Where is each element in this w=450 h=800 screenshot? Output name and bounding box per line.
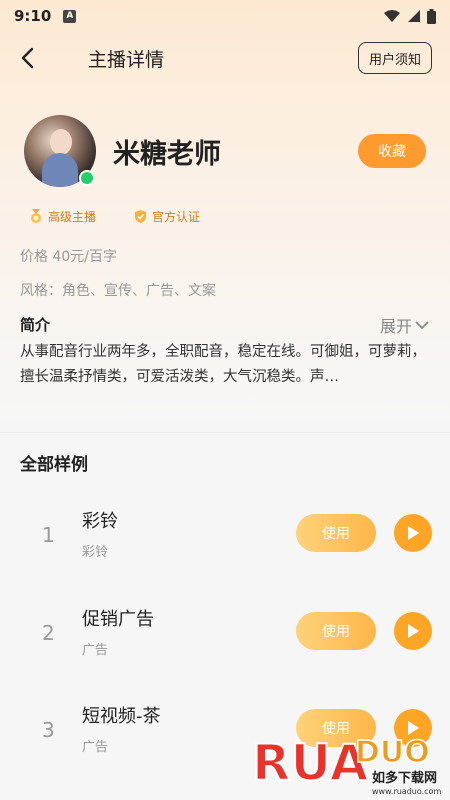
intro-label: 简介	[20, 316, 51, 334]
nav-bar: 主播详情 用户须知	[0, 36, 450, 80]
use-button[interactable]: 使用	[296, 514, 376, 552]
chevron-down-icon	[415, 321, 429, 330]
sample-row: 2 促销广告 广告 使用	[0, 593, 450, 683]
wifi-icon	[384, 10, 400, 22]
sample-category: 广告	[82, 643, 109, 658]
battery-icon	[427, 8, 436, 24]
badge-label: 高级主播	[48, 209, 97, 224]
user-notice-button[interactable]: 用户须知	[357, 42, 432, 74]
avatar-face	[50, 129, 72, 155]
sample-name: 短视频-茶	[82, 706, 161, 727]
price-info: 价格 40元/百字	[20, 249, 117, 265]
anchor-name: 米糖老师	[113, 139, 221, 170]
svg-text:www.ruaduo.com: www.ruaduo.com	[372, 787, 441, 796]
play-icon	[408, 624, 419, 638]
sample-name: 促销广告	[82, 609, 154, 630]
watermark-logo: RUA DUO 如多下载网 www.ruaduo.com	[251, 733, 441, 796]
divider	[0, 432, 450, 433]
signal-icon	[408, 10, 420, 22]
sample-index: 2	[42, 621, 55, 645]
svg-text:DUO: DUO	[355, 735, 430, 770]
status-bar: 9:10 A	[0, 0, 450, 32]
play-icon	[408, 526, 419, 540]
medal-icon	[31, 209, 41, 223]
notification-icon: A	[63, 9, 77, 23]
style-info: 风格：角色、宣传、广告、文案	[20, 283, 216, 299]
svg-text:RUA: RUA	[252, 734, 369, 792]
favorite-button[interactable]: 收藏	[358, 134, 426, 168]
avatar-body	[42, 153, 78, 187]
online-status-dot	[79, 170, 95, 186]
sample-category: 彩铃	[82, 545, 109, 560]
back-arrow-icon	[21, 47, 34, 69]
expand-toggle[interactable]: 展开	[380, 313, 430, 337]
expand-label: 展开	[379, 317, 412, 336]
svg-text:如多下载网: 如多下载网	[372, 770, 437, 786]
back-button[interactable]	[20, 36, 66, 80]
samples-title: 全部样例	[20, 455, 88, 475]
badge-label: 官方认证	[152, 209, 201, 224]
badge-official: 官方认证	[133, 206, 200, 226]
use-button[interactable]: 使用	[296, 612, 376, 650]
sample-category: 广告	[82, 740, 109, 755]
badge-senior-anchor: 高级主播	[28, 206, 96, 226]
play-button[interactable]	[394, 612, 432, 650]
sample-index: 3	[42, 718, 55, 742]
shield-icon	[135, 209, 146, 223]
sample-name: 彩铃	[82, 511, 118, 532]
intro-text: 从事配音行业两年多，全职配音，稳定在线。可御姐，可萝莉，擅长温柔抒情类，可爱活泼…	[20, 344, 426, 385]
play-button[interactable]	[394, 514, 432, 552]
sample-index: 1	[42, 523, 55, 547]
page-title: 主播详情	[88, 48, 165, 71]
sample-row: 1 彩铃 彩铃 使用	[0, 495, 450, 585]
status-time: 9:10	[14, 7, 52, 25]
